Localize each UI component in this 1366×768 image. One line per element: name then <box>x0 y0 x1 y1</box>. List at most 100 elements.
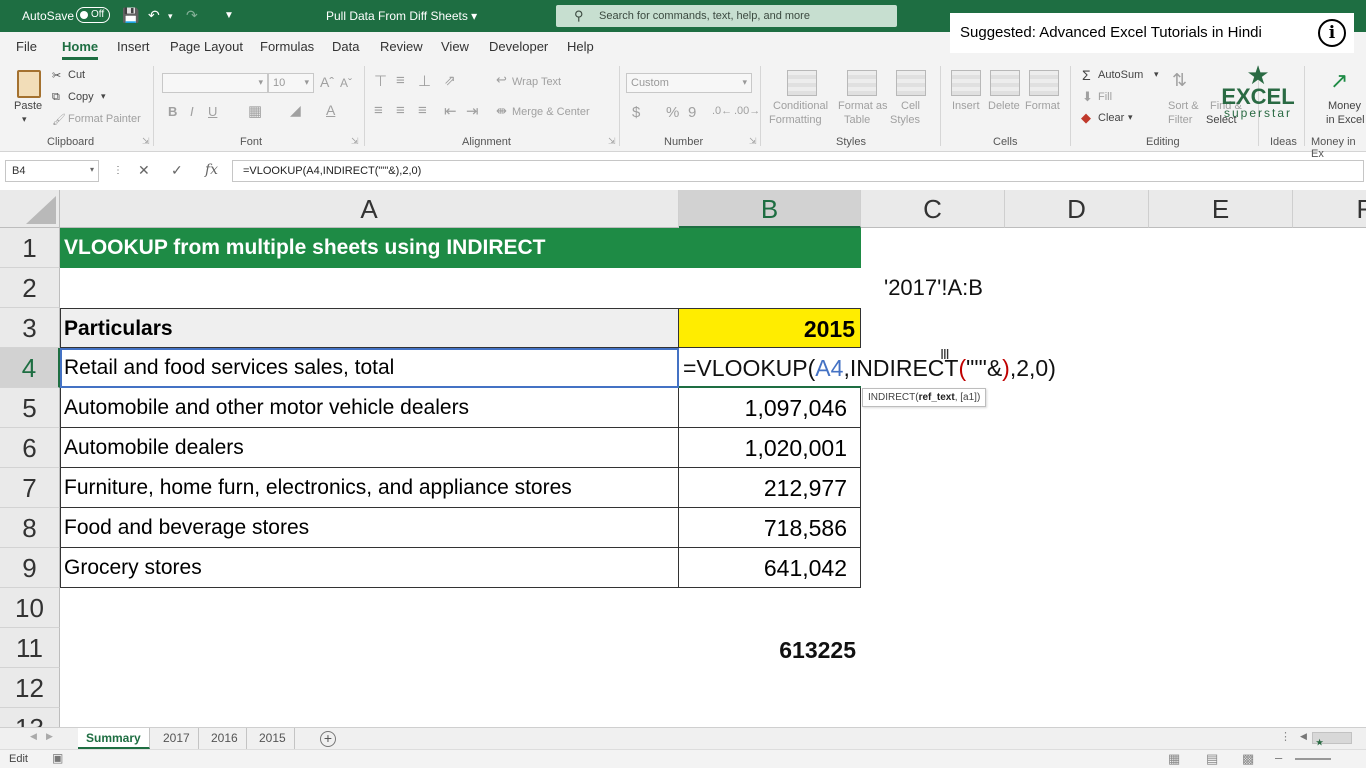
scroll-right-icon[interactable]: ▶ <box>46 731 53 742</box>
column-header-f[interactable]: F <box>1293 190 1366 228</box>
fill-button[interactable]: Fill <box>1098 91 1112 103</box>
page-break-view-icon[interactable]: ▩ <box>1242 751 1254 767</box>
save-icon[interactable]: 💾 <box>122 7 139 24</box>
underline-icon[interactable]: U <box>208 104 217 119</box>
font-name-select[interactable]: ▾ <box>162 73 268 93</box>
insert-cells-button[interactable]: Insert <box>952 100 980 112</box>
insert-function-icon[interactable]: fx <box>205 162 218 178</box>
tab-developer[interactable]: Developer <box>489 39 548 54</box>
cell-a3-header[interactable]: Particulars <box>60 308 679 348</box>
paste-icon[interactable] <box>17 70 41 98</box>
align-right-icon[interactable]: ≡ <box>418 102 427 119</box>
cell-a7[interactable]: Furniture, home furn, electronics, and a… <box>60 468 679 508</box>
bold-icon[interactable]: B <box>168 104 177 119</box>
column-header-d[interactable]: D <box>1005 190 1149 228</box>
cell-b8[interactable]: 718,586 <box>679 508 861 548</box>
row-header-9[interactable]: 9 <box>0 548 60 588</box>
autosum-icon[interactable]: Σ <box>1082 67 1091 83</box>
sheet-tab-2017[interactable]: 2017 <box>155 728 199 749</box>
tab-split-handle-icon[interactable]: ⋮ <box>1280 730 1291 743</box>
sort-filter-label-2[interactable]: Filter <box>1168 114 1192 126</box>
cell-b5[interactable]: 1,097,046 <box>679 388 861 428</box>
column-header-e[interactable]: E <box>1149 190 1293 228</box>
select-all-button[interactable] <box>0 190 60 228</box>
column-header-c[interactable]: C <box>861 190 1005 228</box>
macro-record-icon[interactable]: ▣ <box>52 751 63 765</box>
cell-a6[interactable]: Automobile dealers <box>60 428 679 468</box>
paste-button[interactable]: Paste <box>14 100 42 112</box>
number-format-select[interactable]: Custom ▾ <box>626 73 752 93</box>
cell-b4-editing[interactable]: =VLOOKUP(A4,INDIRECT("'"&),2,0) <box>679 348 1056 388</box>
format-painter-icon[interactable]: 🖌 <box>52 113 66 126</box>
name-box[interactable]: B4 ▾ <box>5 160 99 182</box>
tab-view[interactable]: View <box>441 39 469 54</box>
cell-c2[interactable]: '2017'!A:B <box>884 268 983 308</box>
wrap-text-button[interactable]: Wrap Text <box>512 76 561 88</box>
number-launcher-icon[interactable]: ⇲ <box>749 136 757 147</box>
info-icon[interactable]: i <box>1318 19 1346 47</box>
undo-dropdown-icon[interactable]: ▾ <box>168 11 173 22</box>
increase-font-icon[interactable]: Aˆ <box>320 74 334 90</box>
font-color-icon[interactable]: A <box>326 102 335 118</box>
format-cells-button[interactable]: Format <box>1025 100 1060 112</box>
format-as-table-icon[interactable] <box>847 70 877 96</box>
normal-view-icon[interactable]: ▦ <box>1168 751 1180 767</box>
redo-icon[interactable]: ↷ <box>186 7 198 24</box>
cell-a1-title[interactable]: VLOOKUP from multiple sheets using INDIR… <box>60 228 861 268</box>
currency-icon[interactable]: $ <box>632 104 640 121</box>
document-title[interactable]: Pull Data From Diff Sheets ▾ <box>326 9 477 23</box>
sort-filter-icon[interactable]: ⇅ <box>1172 70 1187 91</box>
money-in-excel-label[interactable]: Money <box>1328 100 1361 112</box>
format-as-table-label[interactable]: Format as <box>838 100 888 112</box>
sheet-tab-2016[interactable]: 2016 <box>203 728 247 749</box>
row-header-7[interactable]: 7 <box>0 468 60 508</box>
copy-icon[interactable]: ⧉ <box>52 91 60 104</box>
tab-home[interactable]: Home <box>62 39 98 54</box>
row-header-10[interactable]: 10 <box>0 588 60 628</box>
merge-center-icon[interactable]: ⇼ <box>496 103 507 119</box>
clear-button[interactable]: Clear <box>1098 112 1124 124</box>
hscroll-left-icon[interactable]: ◀ <box>1300 731 1307 742</box>
sheet-tab-2015[interactable]: 2015 <box>251 728 295 749</box>
tab-file[interactable]: File <box>16 39 37 54</box>
row-header-3[interactable]: 3 <box>0 308 60 348</box>
row-header-8[interactable]: 8 <box>0 508 60 548</box>
align-bottom-icon[interactable]: ⊥ <box>418 72 431 90</box>
delete-cells-button[interactable]: Delete <box>988 100 1020 112</box>
clear-icon[interactable]: ◆ <box>1081 110 1091 126</box>
fill-icon[interactable]: ⬇ <box>1082 89 1093 105</box>
money-in-excel-label-2[interactable]: in Excel <box>1326 114 1365 126</box>
clipboard-launcher-icon[interactable]: ⇲ <box>142 136 150 147</box>
page-layout-view-icon[interactable]: ▤ <box>1206 751 1218 767</box>
borders-icon[interactable]: ▦ <box>248 102 262 120</box>
sheet-tab-summary[interactable]: Summary <box>78 728 150 749</box>
cell-b7[interactable]: 212,977 <box>679 468 861 508</box>
row-header-4[interactable]: 4 <box>0 348 60 388</box>
paste-dropdown-icon[interactable]: ▾ <box>22 114 27 125</box>
row-header-12[interactable]: 12 <box>0 668 60 708</box>
conditional-formatting-icon[interactable] <box>787 70 817 96</box>
zoom-out-icon[interactable]: – <box>1275 750 1282 765</box>
formula-input[interactable]: =VLOOKUP(A4,INDIRECT("'"&),2,0) <box>232 160 1364 182</box>
format-cells-icon[interactable] <box>1029 70 1059 96</box>
percent-icon[interactable]: % <box>666 104 679 121</box>
tab-insert[interactable]: Insert <box>117 39 150 54</box>
column-header-a[interactable]: A <box>60 190 679 228</box>
sort-filter-label[interactable]: Sort & <box>1168 100 1199 112</box>
row-header-6[interactable]: 6 <box>0 428 60 468</box>
column-header-b[interactable]: B <box>679 190 861 228</box>
wrap-text-icon[interactable]: ↩ <box>496 72 507 88</box>
conditional-formatting-label-2[interactable]: Formatting <box>769 114 822 126</box>
copy-dropdown-icon[interactable]: ▾ <box>101 91 106 102</box>
format-painter-button[interactable]: Format Painter <box>68 113 141 125</box>
cell-b3-header[interactable]: 2015 <box>679 308 861 348</box>
cancel-icon[interactable]: ✕ <box>138 162 150 179</box>
cell-a5[interactable]: Automobile and other motor vehicle deale… <box>60 388 679 428</box>
merge-center-button[interactable]: Merge & Center <box>512 106 590 118</box>
row-header-13[interactable]: 13 <box>0 708 60 727</box>
font-launcher-icon[interactable]: ⇲ <box>351 136 359 147</box>
row-header-11[interactable]: 11 <box>0 628 60 668</box>
tab-data[interactable]: Data <box>332 39 359 54</box>
fill-color-icon[interactable]: ◢ <box>290 102 301 119</box>
add-sheet-button[interactable]: + <box>320 731 336 747</box>
